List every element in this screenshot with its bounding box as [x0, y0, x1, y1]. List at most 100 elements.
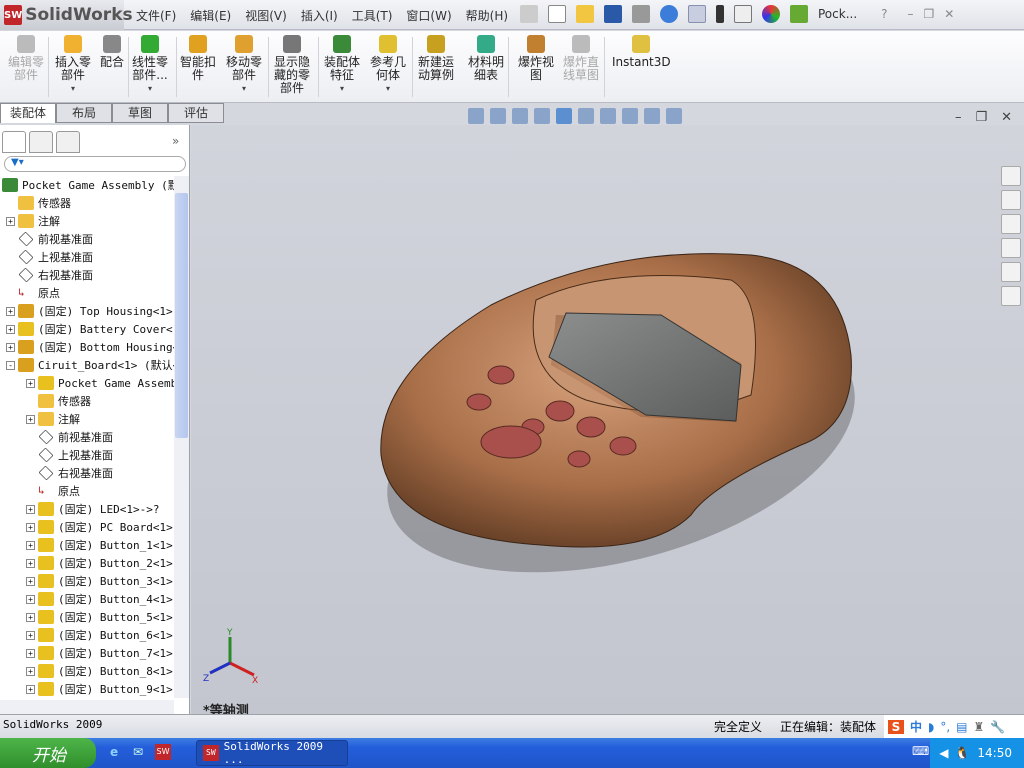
outlook-express-icon[interactable]: ✉	[133, 745, 143, 759]
tree-item[interactable]: 传感器	[6, 194, 71, 212]
menu-item[interactable]: 视图(V)	[245, 7, 287, 24]
expand-icon[interactable]: +	[6, 324, 15, 334]
appearances-icon[interactable]	[1001, 262, 1021, 282]
zoom-to-fit-icon[interactable]	[468, 108, 484, 124]
dropdown-arrow-icon[interactable]: ▾	[132, 82, 168, 95]
ribbon-button[interactable]: 新建运 动算例	[418, 35, 454, 82]
tree-item[interactable]: 上视基准面	[6, 248, 93, 266]
minimize-button[interactable]: –	[908, 7, 914, 21]
undo-icon[interactable]	[660, 5, 678, 23]
hide-show-items-icon[interactable]	[600, 108, 616, 124]
tree-item[interactable]: + 注解	[6, 212, 60, 230]
dropdown-arrow-icon[interactable]: ▾	[226, 82, 262, 95]
expand-icon[interactable]: +	[26, 540, 35, 550]
ribbon-button[interactable]: 参考几 何体 ▾	[370, 35, 406, 95]
expand-icon[interactable]: +	[26, 576, 35, 586]
dropdown-arrow-icon[interactable]: ▾	[55, 82, 91, 95]
design-library-icon[interactable]	[1001, 190, 1021, 210]
ribbon-button[interactable]: 装配体 特征 ▾	[324, 35, 360, 95]
expand-icon[interactable]: +	[26, 648, 35, 658]
section-view-icon[interactable]	[534, 108, 550, 124]
expand-icon[interactable]: +	[26, 522, 35, 532]
half-width-icon[interactable]: ◗	[928, 720, 934, 734]
tree-item[interactable]: + (固定) Button_3<1>	[26, 572, 173, 590]
ribbon-button[interactable]: 爆炸直 线草图	[563, 35, 599, 82]
zoom-to-area-icon[interactable]	[490, 108, 506, 124]
file-explorer-icon[interactable]	[1001, 214, 1021, 234]
view-palette-icon[interactable]	[1001, 238, 1021, 258]
ribbon-button[interactable]: 智能扣 件	[180, 35, 216, 82]
start-button[interactable]: 开始	[0, 738, 96, 768]
close-button[interactable]: ✕	[944, 7, 954, 21]
file-properties-icon[interactable]	[734, 5, 752, 23]
dropdown-arrow-icon[interactable]: ▾	[370, 82, 406, 95]
collapse-icon[interactable]: -	[6, 360, 15, 370]
doc-close-button[interactable]: ✕	[1001, 110, 1012, 125]
custom-properties-icon[interactable]	[1001, 286, 1021, 306]
restore-button[interactable]: ❐	[924, 7, 935, 21]
ribbon-button[interactable]: 配合	[100, 35, 124, 69]
expand-icon[interactable]: +	[26, 666, 35, 676]
scrollbar-thumb[interactable]	[175, 193, 188, 438]
tree-item[interactable]: - Ciruit_Board<1> (默认<	[6, 356, 174, 374]
tree-item[interactable]: ↳ 原点	[26, 482, 80, 500]
taskbar-solidworks-button[interactable]: SW SolidWorks 2009 ...	[196, 740, 348, 766]
internet-explorer-icon[interactable]: e	[110, 745, 118, 759]
qq-icon[interactable]: 🐧	[954, 746, 969, 760]
ribbon-button[interactable]: 显示隐 藏的零 部件	[274, 35, 310, 95]
tree-item[interactable]: + (固定) Button_7<1>	[26, 644, 173, 662]
pocket-game-model[interactable]	[191, 125, 1024, 714]
punctuation-icon[interactable]: °,	[940, 720, 950, 734]
keyboard-icon[interactable]: ⌨	[912, 744, 929, 758]
display-style-icon[interactable]	[578, 108, 594, 124]
new-file-icon[interactable]	[548, 5, 566, 23]
menu-item[interactable]: 插入(I)	[301, 7, 338, 24]
tree-item[interactable]: 前视基准面	[26, 428, 113, 446]
tree-horizontal-scrollbar[interactable]	[0, 700, 174, 714]
expand-icon[interactable]: +	[6, 306, 15, 316]
menu-item[interactable]: 文件(F)	[136, 7, 176, 24]
tree-item[interactable]: 传感器	[26, 392, 91, 410]
ime-mode[interactable]: 中	[910, 718, 922, 735]
tray-expand-icon[interactable]: ◀	[939, 746, 948, 760]
tree-item[interactable]: ↳ 原点	[6, 284, 60, 302]
options-icon[interactable]	[762, 5, 780, 23]
tree-item[interactable]: + (固定) Button_6<1>	[26, 626, 173, 644]
tree-item[interactable]: + (固定) PC Board<1>	[26, 518, 173, 536]
soft-keyboard-icon[interactable]: ▤	[956, 720, 967, 734]
expand-icon[interactable]: +	[26, 684, 35, 694]
ribbon-button[interactable]: 插入零 部件 ▾	[55, 35, 91, 95]
select-pointer-icon[interactable]	[688, 5, 706, 23]
expand-icon[interactable]: +	[6, 216, 15, 226]
edit-appearance-icon[interactable]	[622, 108, 638, 124]
tree-item[interactable]: + (固定) Button_8<1>	[26, 662, 173, 680]
ribbon-button[interactable]: Instant3D	[612, 35, 671, 69]
tree-item[interactable]: + (固定) Button_2<1>	[26, 554, 173, 572]
tab-0[interactable]: 装配体	[0, 103, 56, 123]
tab-2[interactable]: 草图	[112, 103, 168, 123]
apply-scene-icon[interactable]	[644, 108, 660, 124]
menu-item[interactable]: 窗口(W)	[406, 7, 451, 24]
tree-item[interactable]: + (固定) Button_1<1>	[26, 536, 173, 554]
tree-item[interactable]: + 注解	[26, 410, 80, 428]
ribbon-button[interactable]: 材料明 细表	[468, 35, 504, 82]
doc-minimize-button[interactable]: –	[955, 110, 962, 125]
tree-item[interactable]: + (固定) Top Housing<1>-	[6, 302, 174, 320]
expand-icon[interactable]: +	[26, 414, 35, 424]
sogou-ime-icon[interactable]: S	[888, 719, 904, 734]
ribbon-button[interactable]: 编辑零 部件	[8, 35, 44, 82]
tree-item[interactable]: + (固定) Bottom Housing<	[6, 338, 174, 356]
dropdown-arrow-icon[interactable]: ▾	[324, 82, 360, 95]
view-orientation-icon[interactable]	[556, 108, 572, 124]
solidworks-logo[interactable]: SW SolidWorks	[0, 0, 133, 30]
ribbon-button[interactable]: 线性零 部件... ▾	[132, 35, 168, 95]
tree-item[interactable]: + Pocket Game Assembl	[26, 374, 174, 392]
tab-1[interactable]: 布局	[56, 103, 112, 123]
solidworks-quicklaunch-icon[interactable]: SW	[155, 744, 171, 760]
feature-manager-tab-icon[interactable]	[2, 131, 26, 153]
tree-item[interactable]: Pocket Game Assembly (默	[2, 176, 174, 194]
tree-item[interactable]: + (固定) LED<1>->?	[26, 500, 159, 518]
rebuild-traffic-light-icon[interactable]	[716, 5, 724, 23]
menu-item[interactable]: 工具(T)	[352, 7, 393, 24]
property-manager-tab-icon[interactable]	[29, 131, 53, 153]
